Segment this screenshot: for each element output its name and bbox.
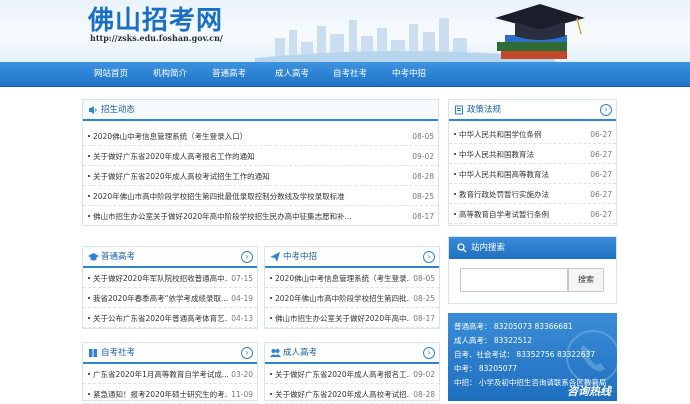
news-item[interactable]: 关于做好广东省2020年成人高考报名工作的通知 09-02 [83,147,438,166]
zikao-title: 自考社考 [101,348,136,358]
hotline-badge: 咨询热线 [567,385,611,398]
search-header: 站内搜索 [449,237,616,259]
zikao-item[interactable]: 紧急通知！报考2020年硕士研究生的考... 11-09 [83,385,257,404]
gaokao-item[interactable]: 关于公布广东省2020年普通高考体育艺... 04-13 [83,309,257,328]
more-icon[interactable]: › [600,104,612,116]
search-button[interactable]: 搜索 [568,268,604,292]
hotline-chengkao: 成人高考： 83322512 [454,336,533,345]
main-nav: 网站首页 机构简介 普通高考 成人高考 自考社考 中考中招 [0,62,690,87]
more-icon[interactable]: › [423,251,435,263]
document-icon [454,105,464,115]
policy-item[interactable]: 中华人民共和国高等教育法 06-27 [449,165,616,184]
chengkao-item[interactable]: 关于做好广东省2020年成人高考报名工... 09-02 [265,365,439,384]
zikao-header: 自考社考 › [83,343,257,364]
nav-zikao[interactable]: 自考社考 [321,62,379,87]
nav-home[interactable]: 网站首页 [82,62,140,87]
zikao-item[interactable]: 广东省2020年1月高等教育自学考试成... 03-20 [83,365,257,384]
mortarboard-icon [88,252,99,262]
site-header: 佛山招考网 http://zsks.edu.foshan.gov.cn/ [0,0,690,62]
more-icon[interactable]: › [241,251,253,263]
news-item[interactable]: 2020佛山中考信息管理系统（考生登录入口） 08-05 [83,127,438,146]
hotline-panel: 普通高考： 83205073 83366681 成人高考： 83322512 自… [448,313,617,401]
gaokao-item[interactable]: 关于做好2020年军队院校招收普通高中... 07-15 [83,269,257,288]
paper-plane-icon [270,252,280,262]
nav-chengkao[interactable]: 成人高考 [263,62,321,87]
search-icon [457,243,467,255]
gaokao-title: 普通高考 [101,252,136,262]
site-logo[interactable]: 佛山招考网 [88,0,223,37]
hotline-zikao: 自考、社会考试： 83352756 83322637 [454,350,596,359]
policy-panel: 政策法规 › 中华人民共和国学位条例 06-27 中华人民共和国教育法 06-27 … [448,99,617,226]
policy-item[interactable]: 中华人民共和国学位条例 06-27 [449,125,616,144]
policy-item[interactable]: 中华人民共和国教育法 06-27 [449,145,616,164]
zhongkao-item[interactable]: 2020年佛山市高中阶段学校招生第四批... 08-25 [265,289,439,308]
search-input[interactable] [460,268,568,292]
book-icon [88,348,98,358]
chengkao-item[interactable]: 关于做好广东省2020年成人高校考试招... 08-28 [265,385,439,404]
policy-title: 政策法规 [467,105,502,115]
chengkao-header: 成人高考 › [265,343,439,364]
policy-item[interactable]: 教育行政处罚暂行实施办法 06-27 [449,185,616,204]
zhongkao-item[interactable]: 2020佛山中考信息管理系统（考生登录... 08-05 [265,269,439,288]
hotline-zhongkao: 中考： 83205077 [454,364,518,373]
more-icon[interactable]: › [423,347,435,359]
gaokao-panel: 普通高考 › 关于做好2020年军队院校招收普通高中... 07-15 我省202… [82,246,258,329]
zhongkao-item[interactable]: 佛山市招生办公室关于做好2020年高中... 08-17 [265,309,439,328]
zikao-panel: 自考社考 › 广东省2020年1月高等教育自学考试成... 03-20 紧急通知！… [82,342,258,404]
hotline-gaokao: 普通高考： 83205073 83366681 [454,322,573,331]
news-item[interactable]: 关于做好广东省2020年成人高校考试招生工作的通知 08-28 [83,167,438,186]
zhongkao-panel: 中考中招 › 2020佛山中考信息管理系统（考生登录... 08-05 2020年… [264,246,440,329]
chengkao-title: 成人高考 [283,348,318,358]
nav-about[interactable]: 机构简介 [141,62,199,87]
users-icon [270,348,281,358]
more-icon[interactable]: › [241,347,253,359]
policy-item[interactable]: 高等教育自学考试暂行条例 06-27 [449,205,616,224]
policy-header: 政策法规 › [449,100,616,121]
news-panel: 招生动态 2020佛山中考信息管理系统（考生登录入口） 08-05 关于做好广东省… [82,99,439,226]
news-title: 招生动态 [101,105,136,115]
gaokao-header: 普通高考 › [83,247,257,268]
news-header: 招生动态 [83,100,438,121]
nav-gaokao[interactable]: 普通高考 [200,62,258,87]
zhongkao-header: 中考中招 › [265,247,439,268]
news-item[interactable]: 2020年佛山市高中阶段学校招生第四批最低录取控制分数线及学校录取标准 08-25 [83,187,438,206]
speaker-icon [88,105,98,115]
site-url: http://zsks.edu.foshan.gov.cn/ [90,33,223,43]
gaokao-item[interactable]: 我省2020年春季高考“依学考成绩录取... 04-19 [83,289,257,308]
news-item[interactable]: 佛山市招生办公室关于做好2020年高中阶段学校招生民办高中征集志愿和补... 08… [83,207,438,226]
zhongkao-title: 中考中招 [283,252,318,262]
chengkao-panel: 成人高考 › 关于做好广东省2020年成人高考报名工... 09-02 关于做好广… [264,342,440,404]
nav-zhongkao[interactable]: 中考中招 [380,62,438,87]
search-title: 站内搜索 [471,243,506,253]
graduation-cap-icon [495,4,585,59]
